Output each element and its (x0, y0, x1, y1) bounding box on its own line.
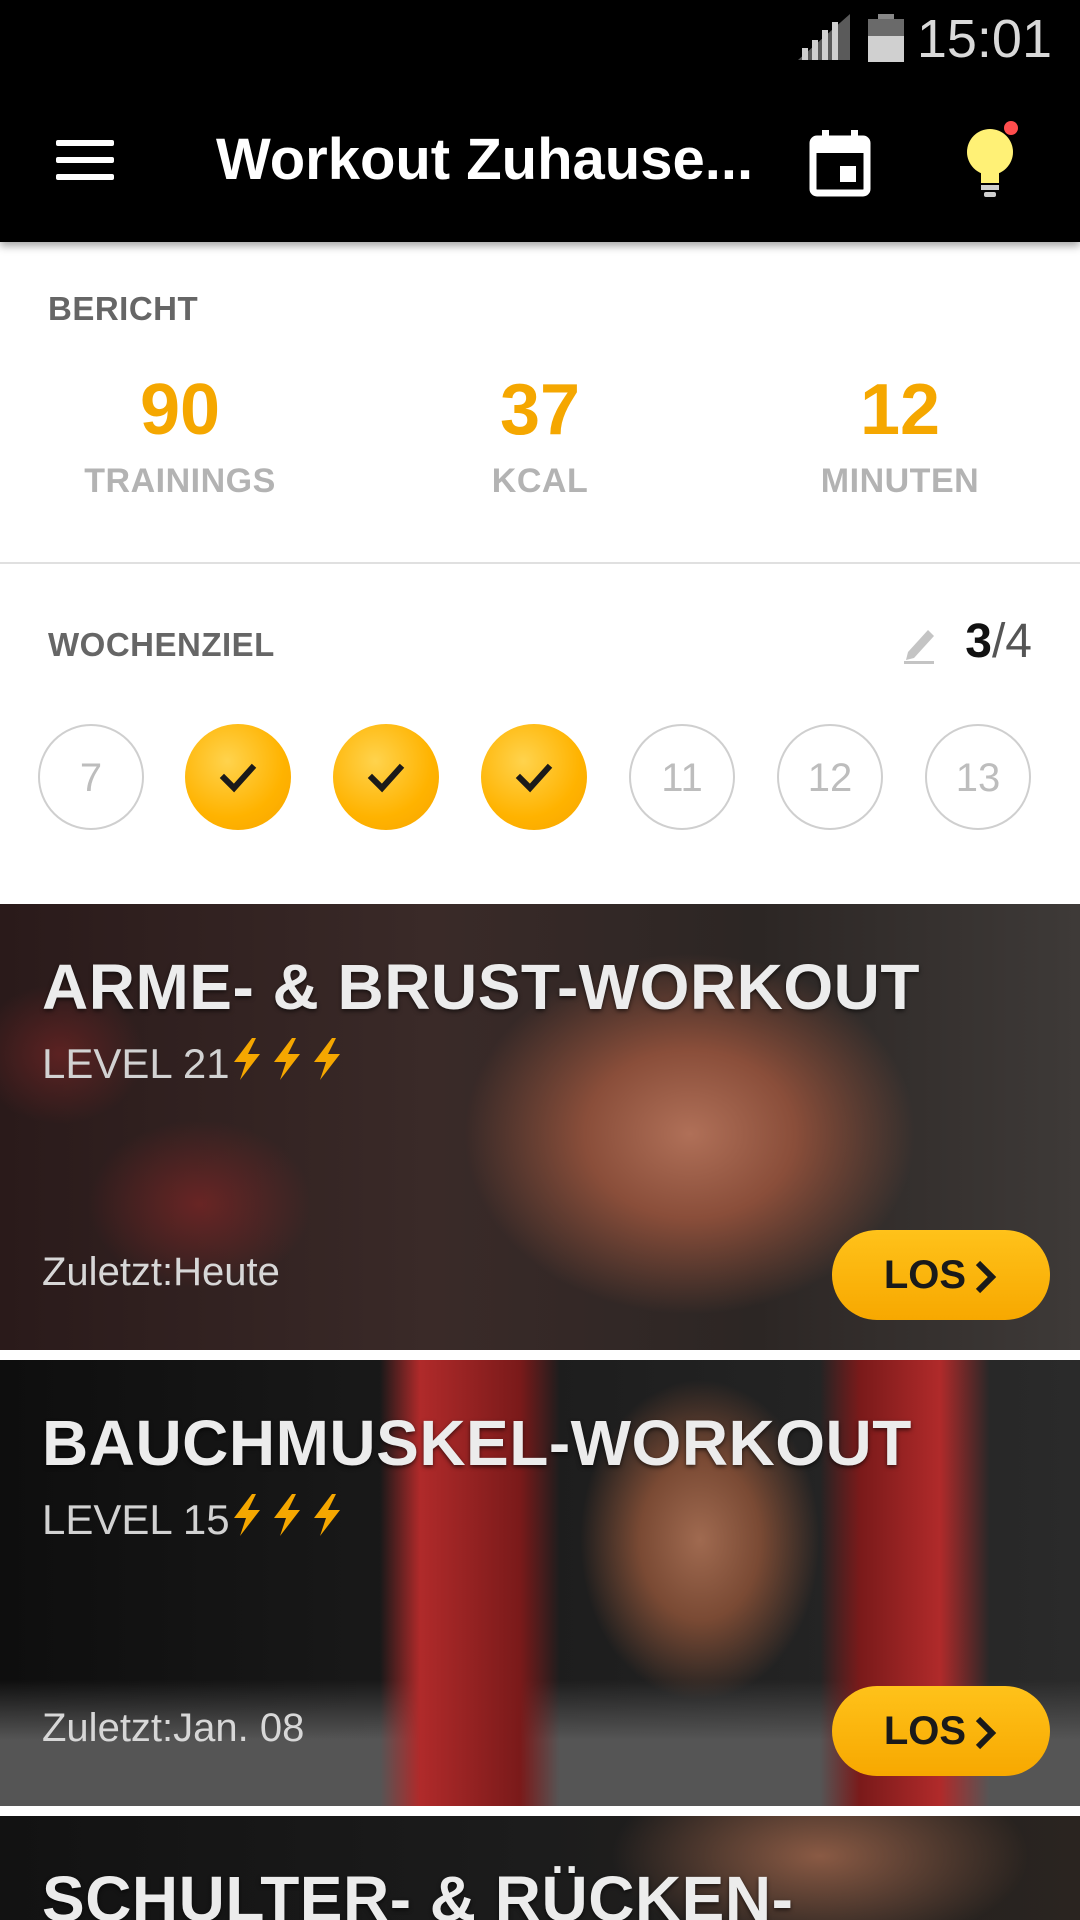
weekly-goal-label: WOCHENZIEL (48, 626, 275, 663)
day-label: 7 (79, 756, 103, 800)
weekly-goal-section: WOCHENZIEL 3/4 7 11 12 13 (0, 564, 1080, 904)
button-label: LOS (883, 1709, 967, 1753)
check-icon (515, 763, 553, 793)
day-12[interactable]: 12 (777, 724, 883, 830)
day-10-done[interactable] (481, 724, 587, 830)
stat-kcal: 37 KCAL (360, 370, 720, 501)
workout-last-done: Zuletzt:Jan. 08 (42, 1706, 305, 1750)
stat-minutes: 12 MINUTEN (720, 370, 1080, 501)
check-icon (219, 763, 257, 793)
workout-level: LEVEL 21 (42, 1040, 230, 1087)
workout-title: SCHULTER- & RÜCKEN- (42, 1863, 794, 1920)
menu-button[interactable] (40, 118, 130, 202)
menu-icon (56, 140, 114, 146)
tips-button[interactable] (950, 114, 1030, 204)
report-label: BERICHT (48, 290, 199, 327)
start-workout-button[interactable]: LOS (832, 1686, 1050, 1776)
goal-target-count: 4 (1005, 615, 1032, 668)
stat-label: KCAL (491, 462, 589, 500)
chevron-right-icon (975, 1261, 997, 1294)
day-13[interactable]: 13 (925, 724, 1031, 830)
lightbulb-icon (967, 121, 1018, 197)
menu-icon-line (56, 174, 114, 180)
stat-label: TRAININGS (84, 462, 276, 500)
day-8-done[interactable] (185, 724, 291, 830)
app-bar: Workout Zuhause... (0, 78, 1080, 242)
day-label: 13 (955, 756, 1001, 800)
day-label: 11 (661, 756, 703, 800)
goal-done-count: 3 (965, 615, 992, 668)
day-7[interactable]: 7 (38, 724, 144, 830)
difficulty-bolts-icon (234, 1038, 340, 1080)
workout-title: BAUCHMUSKEL-WORKOUT (42, 1407, 912, 1479)
goal-separator: / (991, 615, 1006, 668)
report-section: BERICHT 90 TRAININGS 37 KCAL 12 MINUTEN (0, 242, 1080, 562)
difficulty-bolts-icon (234, 1494, 340, 1536)
workout-level: LEVEL 15 (42, 1496, 230, 1543)
start-workout-button[interactable]: LOS (832, 1230, 1050, 1320)
day-11[interactable]: 11 (629, 724, 735, 830)
stat-value: 12 (859, 370, 941, 450)
menu-icon-line (56, 157, 114, 163)
workout-title: ARME- & BRUST-WORKOUT (42, 951, 920, 1023)
workout-card-shoulders-back[interactable]: SCHULTER- & RÜCKEN- (0, 1816, 1080, 1920)
calendar-button[interactable] (800, 122, 880, 202)
stat-value: 37 (499, 370, 581, 450)
workout-card-arms-chest[interactable]: ARME- & BRUST-WORKOUT LEVEL 21 Zuletzt:H… (0, 904, 1080, 1350)
stat-value: 90 (139, 370, 221, 450)
cell-signal-icon (798, 14, 850, 60)
button-label: LOS (883, 1253, 967, 1297)
workout-last-done: Zuletzt:Heute (42, 1250, 280, 1294)
check-icon (367, 763, 405, 793)
clock-time: 15:01 (916, 9, 1052, 69)
workout-card-abs[interactable]: BAUCHMUSKEL-WORKOUT LEVEL 15 Zuletzt:Jan… (0, 1360, 1080, 1806)
edit-goal-icon[interactable] (902, 624, 938, 664)
day-label: 12 (807, 756, 853, 800)
stat-trainings: 90 TRAININGS (0, 370, 360, 501)
app-title: Workout Zuhause... (216, 127, 754, 192)
status-bar: 15:01 (0, 0, 1080, 78)
goal-progress: 3/4 (965, 614, 1032, 669)
calendar-icon (809, 130, 871, 197)
chevron-right-icon (975, 1717, 997, 1750)
battery-icon (868, 14, 904, 62)
stat-label: MINUTEN (820, 462, 980, 500)
day-9-done[interactable] (333, 724, 439, 830)
notification-dot (1004, 121, 1018, 135)
